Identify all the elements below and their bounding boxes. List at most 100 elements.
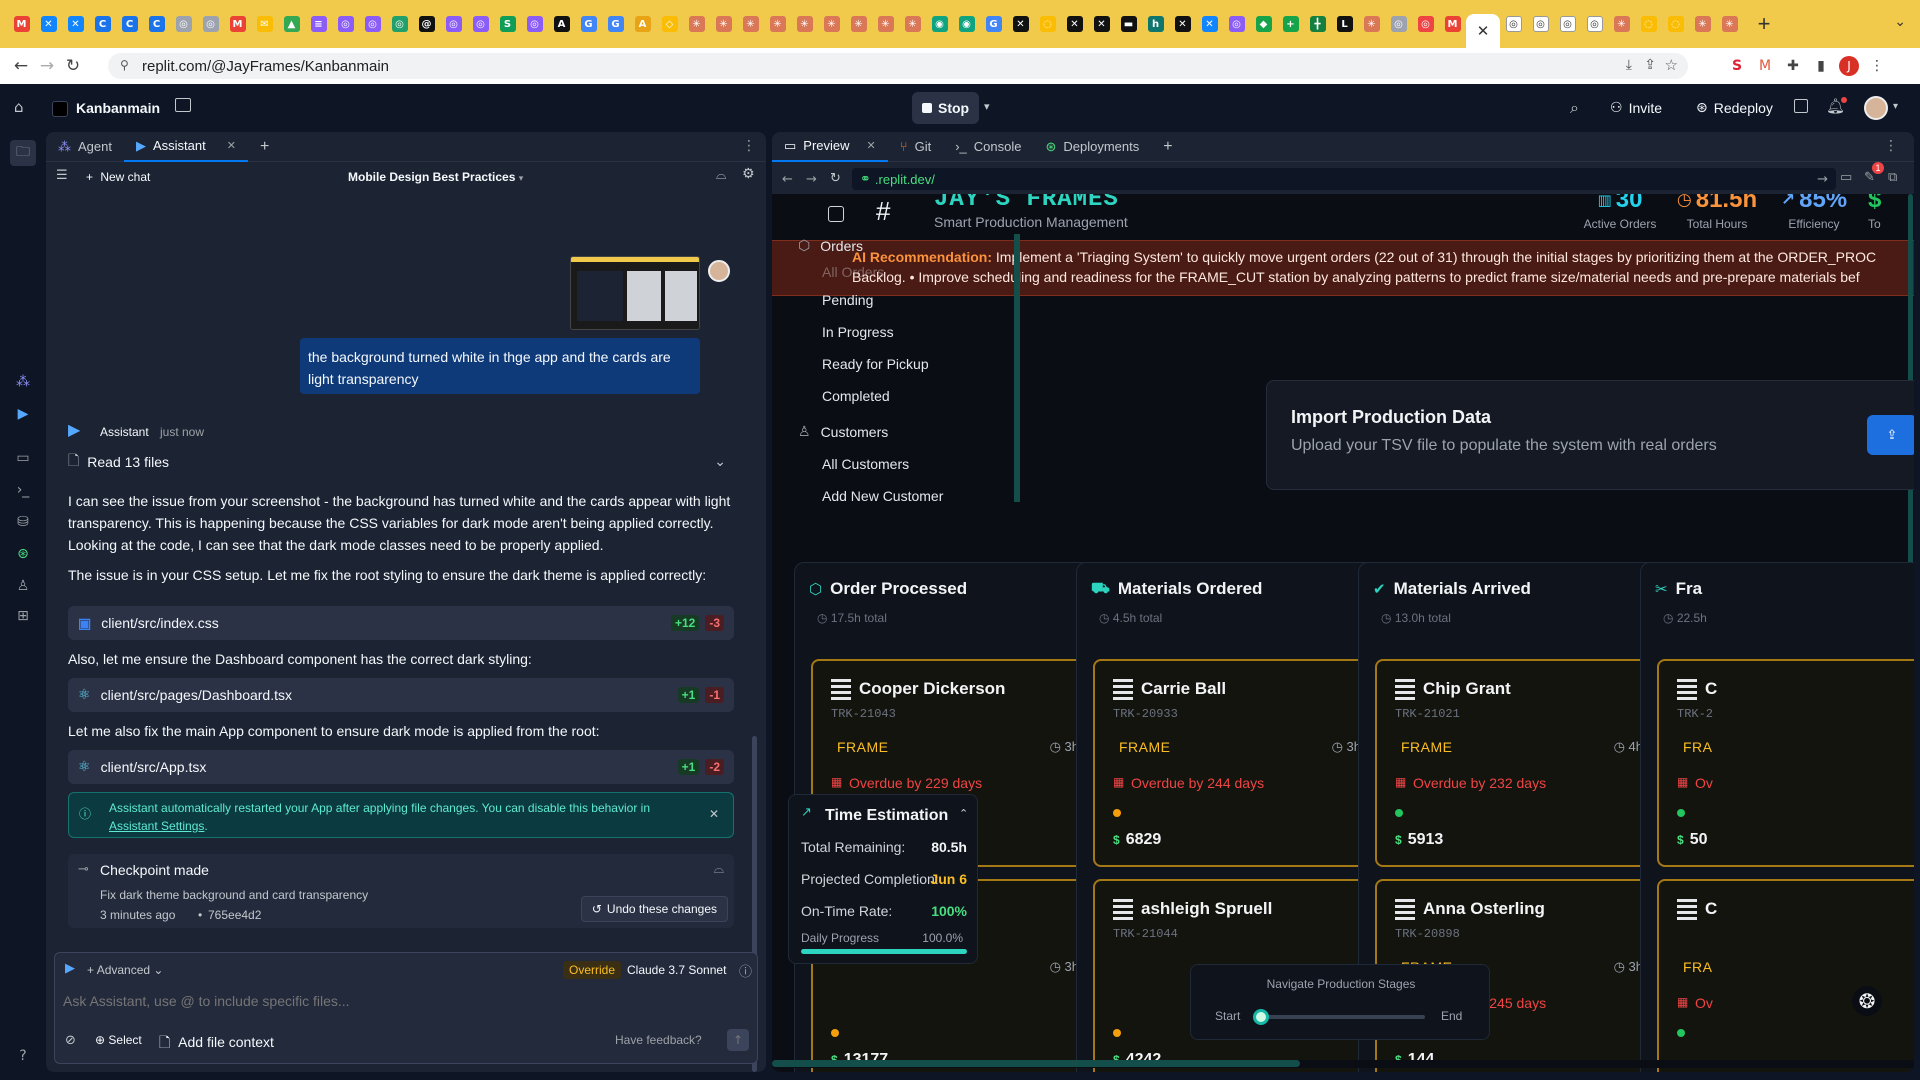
browser-tab[interactable]: ✳ [683, 12, 710, 36]
open-url-arrow-icon[interactable]: → [1817, 172, 1828, 187]
pane-menu-icon[interactable]: ⋮ [742, 138, 756, 154]
browser-tab[interactable]: ◎ [1385, 12, 1412, 36]
browser-tab[interactable]: ◉ [926, 12, 953, 36]
project-panel-icon[interactable] [175, 98, 191, 112]
browser-tab[interactable]: ◎ [386, 12, 413, 36]
browser-tab[interactable]: ✉ [251, 12, 278, 36]
tab-assistant[interactable]: ▶ Assistant ✕ [123, 132, 248, 162]
browser-tab[interactable]: h [1142, 12, 1169, 36]
devtools-icon[interactable]: ✎ 1 [1864, 162, 1884, 185]
browser-tab[interactable]: C [143, 12, 170, 36]
browser-tab[interactable]: C [89, 12, 116, 36]
stop-button[interactable]: Stop [912, 92, 980, 124]
chat-title-dropdown[interactable]: Mobile Design Best Practices ▾ [348, 170, 523, 184]
order-card[interactable]: ⚡ Chip Grant TRK-21021 FRAME ◷ 4h ▦Overd… [1375, 649, 1671, 867]
tab-git[interactable]: ⑂ Git [888, 132, 943, 162]
browser-tab[interactable]: ✳ [818, 12, 845, 36]
collapse-chevron-icon[interactable]: ⌃ [959, 807, 968, 820]
chrome-menu-icon[interactable]: ⋮ [1866, 55, 1888, 77]
chat-input[interactable] [63, 987, 743, 1015]
browser-tab[interactable]: ▲ [278, 12, 305, 36]
select-element-button[interactable]: ⊕ Select [95, 1033, 142, 1047]
reload-icon[interactable]: ↻ [60, 53, 86, 79]
browser-tab[interactable]: ✳ [791, 12, 818, 36]
browser-tab[interactable]: M [224, 12, 251, 36]
browser-tab[interactable]: ✕ [1169, 12, 1196, 36]
browser-tab[interactable]: ≡ [305, 12, 332, 36]
file-change-dashboard-tsx[interactable]: ⚛ client/src/pages/Dashboard.tsx +1 -1 [68, 678, 734, 712]
all-tools-icon[interactable]: ⊞ [13, 606, 33, 626]
nav-item-in-progress[interactable]: In Progress [822, 324, 894, 340]
browser-tab[interactable]: G [980, 12, 1007, 36]
browser-tab[interactable]: @ [413, 12, 440, 36]
browser-tab[interactable]: ◎ [170, 12, 197, 36]
sidebar-toggle-icon[interactable] [828, 206, 844, 222]
browser-tab[interactable]: ✕ [35, 12, 62, 36]
read-files-row[interactable]: 🗋︎ Read 13 files ⌄ [68, 450, 738, 474]
browser-tab[interactable]: ✳ [1716, 12, 1743, 36]
override-badge[interactable]: Override [563, 961, 622, 979]
screenshot-attachment[interactable] [570, 256, 700, 330]
settings-gear-icon[interactable]: ⚙ [742, 166, 755, 182]
preview-icon[interactable]: ▭ [13, 448, 33, 468]
close-icon[interactable]: ✕ [227, 139, 236, 152]
nav-item-all-customers[interactable]: All Customers [822, 456, 909, 472]
undo-changes-button[interactable]: ↺ Undo these changes [580, 896, 728, 922]
project-name[interactable]: Kanbanmain [76, 100, 160, 116]
invite-button[interactable]: ⚇ Invite [1600, 92, 1672, 124]
forward-icon[interactable]: → [34, 53, 60, 79]
nav-item-completed[interactable]: Completed [822, 388, 890, 404]
browser-tab[interactable]: ✕ [1088, 12, 1115, 36]
help-icon[interactable]: ? [13, 1046, 33, 1066]
browser-tab[interactable]: ◇ [656, 12, 683, 36]
install-icon[interactable]: ⤓ [1626, 57, 1632, 73]
browser-tab[interactable]: ✕ [62, 12, 89, 36]
nav-item-all-orders[interactable]: All Orders [822, 264, 884, 280]
order-card[interactable]: ⚡ Carrie Ball TRK-20933 FRAME ◷ 3h ▦Over… [1093, 649, 1389, 867]
database-icon[interactable]: ⛁ [13, 512, 33, 532]
deployments-icon[interactable]: ⊛ [13, 544, 33, 564]
extension-m-icon[interactable]: M [1754, 55, 1776, 77]
close-icon[interactable]: ✕ [709, 805, 719, 823]
browser-tab[interactable]: ◎ [440, 12, 467, 36]
browser-tab[interactable]: ▬ [1115, 12, 1142, 36]
files-icon[interactable]: 🗀︎ [10, 140, 36, 166]
brain-ai-icon[interactable]: ❂ [1852, 986, 1882, 1016]
tab-console[interactable]: ›_ Console [943, 132, 1033, 162]
add-file-context-button[interactable]: 🗋︎ Add file context [159, 1032, 274, 1056]
file-change-app-tsx[interactable]: ⚛ client/src/App.tsx +1 -2 [68, 750, 734, 784]
browser-tab[interactable]: ◎ [1412, 12, 1439, 36]
browser-tab[interactable]: ◎ [1554, 12, 1581, 36]
run-options-chevron-icon[interactable]: ▾ [984, 100, 990, 113]
tab-agent[interactable]: ⁂ Agent [46, 132, 124, 162]
share-chat-icon[interactable]: ⌓ [716, 168, 726, 183]
browser-tab[interactable]: ◎ [1581, 12, 1608, 36]
browser-tab[interactable]: ◆ [1250, 12, 1277, 36]
tab-deployments[interactable]: ⊛ Deployments [1033, 132, 1151, 162]
redeploy-button[interactable]: ⊛ Redeploy [1686, 92, 1783, 124]
share-icon[interactable]: ⇪ [1644, 57, 1656, 73]
user-avatar[interactable] [1864, 96, 1888, 120]
agent-icon[interactable]: ⁂ [13, 372, 33, 392]
add-tab-button[interactable]: + [248, 132, 281, 162]
browser-tab[interactable]: ◎ [359, 12, 386, 36]
device-preview-icon[interactable]: ▭ [1840, 170, 1852, 185]
preview-reload-icon[interactable]: ↻ [830, 171, 841, 186]
browser-tab[interactable]: ╋ [1304, 12, 1331, 36]
nav-item-add-customer[interactable]: Add New Customer [822, 488, 943, 504]
browser-tab[interactable]: M [1439, 12, 1466, 36]
browser-tab[interactable]: ✳ [1689, 12, 1716, 36]
browser-tab[interactable]: A [629, 12, 656, 36]
browser-tab[interactable]: ◎ [197, 12, 224, 36]
browser-tab[interactable]: L [1331, 12, 1358, 36]
new-chat-button[interactable]: + New chat [86, 170, 150, 184]
users-icon[interactable]: ♙ [13, 576, 33, 596]
nav-item-pending[interactable]: Pending [822, 292, 873, 308]
stage-slider-thumb[interactable] [1253, 1009, 1269, 1025]
browser-tab[interactable]: ◎ [1527, 12, 1554, 36]
advanced-dropdown[interactable]: + Advanced ⌄ [87, 963, 163, 977]
model-info-icon[interactable]: ⓘ [739, 961, 752, 980]
model-selector[interactable]: Claude 3.7 Sonnet [627, 963, 726, 977]
close-icon[interactable]: ✕ [867, 139, 876, 152]
close-icon[interactable]: ✕ [1477, 22, 1490, 40]
